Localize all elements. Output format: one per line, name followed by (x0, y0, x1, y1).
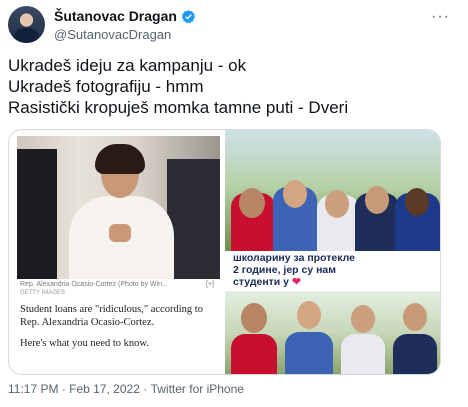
tweet-line-3: Rasistički kropuješ momka tamne puti - D… (8, 98, 349, 117)
author-name[interactable]: Šutanovac Dragan (54, 8, 177, 24)
campaign-text-line-1: школарину за протекле (233, 252, 355, 264)
verified-badge-icon (181, 9, 195, 23)
tweet-line-1: Ukradeš ideju za kampanju - ok (8, 56, 247, 75)
author-name-row: Šutanovac Dragan (54, 8, 196, 24)
tweet-time[interactable]: 11:17 PM (8, 382, 58, 396)
photo-caption: Rep. Alexandria Ocasio-Cortez (Photo by … (20, 281, 218, 296)
tweet-media[interactable]: Rep. Alexandria Ocasio-Cortez (Photo by … (8, 129, 441, 375)
campaign-text: школарину за протекле 2 године, јер су н… (233, 252, 355, 288)
heart-icon: ❤ (291, 276, 301, 288)
students-photo-bottom (225, 291, 440, 374)
article-paragraph-1: Student loans are "ridiculous," accordin… (20, 304, 203, 328)
article-paragraph-2: Here's what you need to know. (20, 338, 149, 349)
caption-text: Rep. Alexandria Ocasio-Cortez (Photo by … (20, 281, 168, 288)
tweet-header: Šutanovac Dragan @SutanovacDragan ··· (8, 6, 460, 46)
tweet-source[interactable]: Twitter for iPhone (151, 382, 244, 396)
expand-icon: [+] (206, 281, 214, 288)
article-screenshot[interactable]: Rep. Alexandria Ocasio-Cortez (Photo by … (9, 130, 225, 374)
photo-credit: GETTY IMAGES (20, 290, 65, 296)
meta-separator-2: · (139, 382, 151, 396)
article-body: Student loans are "ridiculous," accordin… (20, 303, 218, 358)
students-photo-top (225, 130, 440, 251)
tweet-text: Ukradeš ideju za kampanju - ok Ukradeš f… (8, 55, 458, 118)
campaign-text-line-3: студенти у (233, 276, 290, 288)
meta-separator: · (58, 382, 70, 396)
more-options-icon[interactable]: ··· (431, 8, 450, 26)
tweet-meta: 11:17 PM · Feb 17, 2022 · Twitter for iP… (8, 382, 244, 396)
avatar[interactable] (8, 6, 45, 43)
author-handle[interactable]: @SutanovacDragan (54, 27, 171, 42)
tweet-date[interactable]: Feb 17, 2022 (69, 382, 140, 396)
campaign-text-line-2: 2 године, јер су нам (233, 264, 337, 276)
campaign-image[interactable]: школарину за протекле 2 године, јер су н… (225, 130, 440, 374)
tweet-line-2: Ukradeš fotografiju - hmm (8, 77, 204, 96)
article-photo (17, 136, 220, 279)
